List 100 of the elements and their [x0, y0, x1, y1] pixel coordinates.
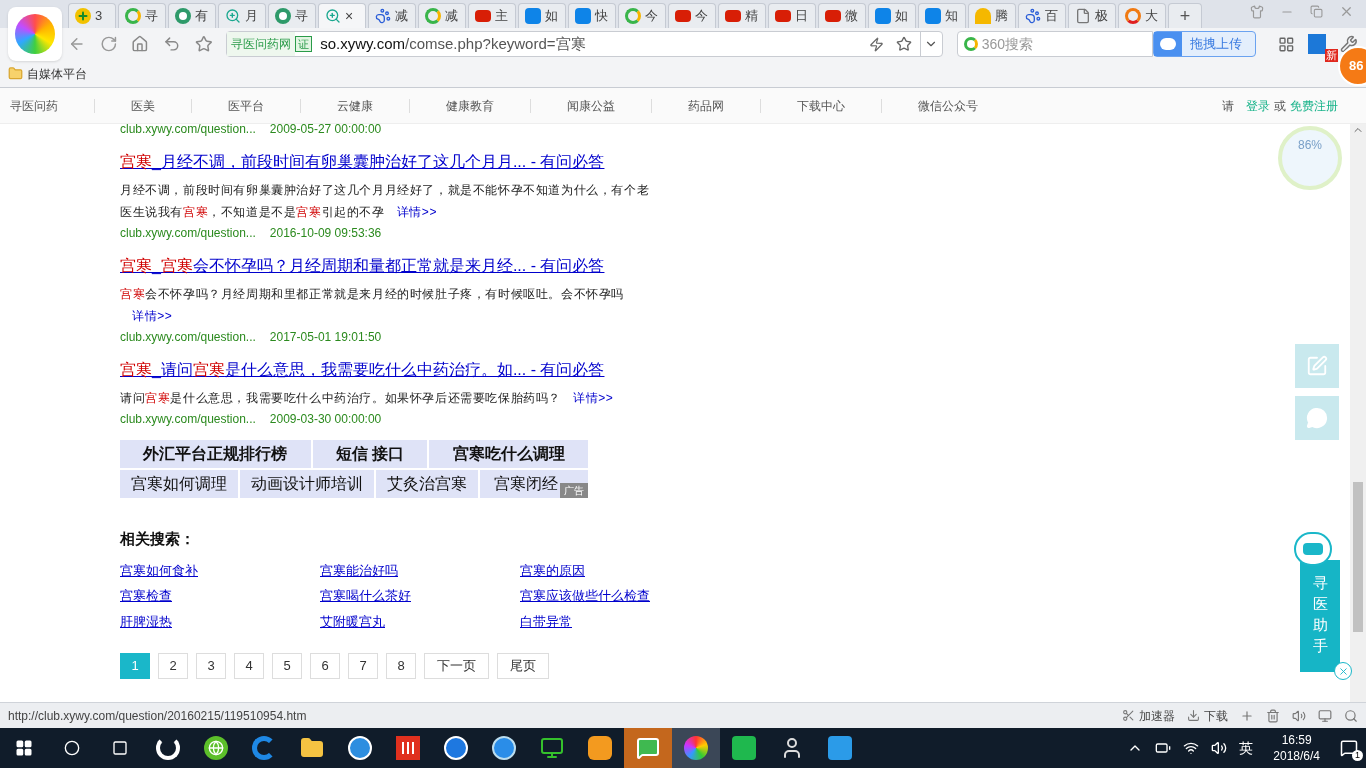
battery-icon[interactable] — [1155, 740, 1172, 756]
trash-icon[interactable] — [1266, 708, 1280, 723]
ad-link[interactable]: 外汇平台正规排行榜 — [120, 440, 311, 468]
new-tab-button[interactable]: + — [1168, 3, 1202, 28]
browser-tab[interactable]: 快 — [568, 3, 616, 28]
settings-icon[interactable] — [1340, 35, 1358, 53]
pinwheel-icon — [684, 736, 708, 760]
ad-link[interactable]: 短信 接口 — [312, 440, 428, 468]
refresh-icon[interactable] — [99, 35, 118, 53]
site-nav-link[interactable]: 微信公众号 — [918, 96, 978, 115]
browser-tab[interactable]: 如 — [868, 3, 916, 28]
screen-icon[interactable] — [1318, 708, 1332, 723]
home-icon[interactable] — [131, 35, 149, 53]
browser-logo[interactable] — [8, 7, 62, 61]
search-icon[interactable] — [64, 740, 80, 756]
ad-link[interactable]: 艾灸治宫寒 — [376, 470, 478, 498]
related-link[interactable]: 宫寒如何食补 — [120, 560, 198, 580]
site-nav-link[interactable]: 闻康公益 — [567, 96, 615, 115]
site-nav-link[interactable]: 药品网 — [688, 96, 724, 115]
details-link[interactable]: 详情>> — [396, 205, 438, 219]
browser-tab[interactable]: 主 — [468, 3, 516, 28]
site-nav-link[interactable]: 寻医问药 — [10, 96, 58, 115]
lightning-icon[interactable] — [868, 36, 884, 52]
browser-tab[interactable]: 极 — [1068, 3, 1116, 28]
download-button[interactable]: 下载 — [1204, 706, 1228, 725]
scrollbar[interactable] — [1350, 124, 1366, 702]
folder-icon — [300, 736, 324, 760]
browser-tab[interactable]: 如 — [518, 3, 566, 28]
browser-tab[interactable]: 知 — [918, 3, 966, 28]
paw-icon — [1025, 8, 1041, 24]
browser-tab[interactable]: 大 — [1118, 3, 1166, 28]
square-logo-icon — [875, 8, 891, 24]
accelerator-button[interactable]: 加速器 — [1139, 706, 1175, 725]
browser-tab[interactable]: 今 — [618, 3, 666, 28]
clock[interactable]: 16:59 2018/6/4 — [1273, 732, 1320, 764]
page-button[interactable]: 3 — [196, 653, 226, 679]
browser-tab[interactable]: 寻 — [268, 3, 316, 28]
browser-tab[interactable]: 3 — [68, 3, 116, 28]
result-date: 2009-05-27 00:00:00 — [269, 124, 382, 138]
close-tab-button[interactable]: × — [345, 5, 354, 27]
ad-link[interactable]: 宫寒闭经 — [494, 472, 558, 496]
related-link[interactable]: 白带异常 — [520, 611, 572, 631]
ad-tile[interactable]: 宫寒闭经 广告 — [480, 470, 588, 498]
page-button[interactable]: 2 — [158, 653, 188, 679]
page-button[interactable]: 5 — [272, 653, 302, 679]
page-button[interactable]: 4 — [234, 653, 264, 679]
browser-tab[interactable]: 今 — [668, 3, 716, 28]
browser-tab[interactable]: 百 — [1018, 3, 1066, 28]
zoom-icon[interactable] — [1344, 708, 1358, 723]
related-link[interactable]: 肝脾湿热 — [120, 611, 172, 631]
site-nav-link[interactable]: 健康教育 — [446, 96, 494, 115]
task-view-icon[interactable] — [112, 740, 128, 756]
p-app-icon[interactable] — [1308, 34, 1327, 54]
related-link[interactable]: 艾附暖宫丸 — [320, 611, 385, 631]
related-link[interactable]: 宫寒的原因 — [520, 560, 585, 580]
volume-icon[interactable] — [1211, 740, 1228, 756]
scroll-thumb[interactable] — [1353, 482, 1363, 632]
network-icon[interactable] — [1183, 740, 1200, 756]
bookmark-item[interactable]: 自媒体平台 — [27, 64, 87, 83]
input-method[interactable]: 英 — [1239, 737, 1254, 759]
globe-icon — [204, 736, 228, 760]
address-bar[interactable]: 寻医问药网 证 so.xywy.com/comse.php?keyword=宫寒 — [226, 31, 943, 57]
related-link[interactable]: 宫寒能治好吗 — [320, 560, 398, 580]
browser-tab[interactable]: 腾 — [968, 3, 1016, 28]
site-nav-link[interactable]: 下载中心 — [797, 96, 845, 115]
undo-icon[interactable] — [162, 35, 181, 53]
browser-tab[interactable]: 有 — [168, 3, 216, 28]
related-link[interactable]: 宫寒应该做些什么检查 — [520, 586, 650, 606]
result-url: club.xywy.com/question... — [120, 411, 256, 428]
page-button[interactable]: 8 — [386, 653, 416, 679]
ad-link[interactable]: 宫寒吃什么调理 — [429, 440, 588, 468]
page-button[interactable]: 下一页 — [424, 653, 489, 679]
or-text: 或 — [1274, 97, 1286, 115]
related-link[interactable]: 宫寒检查 — [120, 586, 172, 606]
favorite-icon[interactable] — [194, 35, 213, 53]
bookmark-star-icon[interactable] — [895, 36, 912, 52]
page-button[interactable]: 6 — [310, 653, 340, 679]
details-link[interactable]: 详情>> — [573, 391, 614, 405]
upload-button[interactable]: 拖拽上传 — [1152, 31, 1256, 57]
browser-tab[interactable]: 寻 — [118, 3, 166, 28]
notification-icon[interactable] — [1340, 739, 1358, 757]
browser-tab[interactable]: 减 — [418, 3, 466, 28]
apps-icon[interactable] — [1277, 35, 1295, 53]
windows-start-icon[interactable] — [15, 739, 33, 757]
ad-link[interactable]: 宫寒如何调理 — [120, 470, 238, 498]
browser-tab[interactable]: 月 — [218, 3, 266, 28]
related-link[interactable]: 宫寒喝什么茶好 — [320, 586, 411, 606]
browser-tab[interactable]: 减 — [368, 3, 416, 28]
browser-tab[interactable]: 微 — [818, 3, 866, 28]
site-nav-link[interactable]: 云健康 — [337, 96, 373, 115]
zoom-icon — [325, 8, 341, 24]
site-nav-link[interactable]: 医平台 — [228, 96, 264, 115]
site-nav-link[interactable]: 医美 — [131, 96, 155, 115]
page-button[interactable]: 尾页 — [497, 653, 549, 679]
details-link[interactable]: 详情>> — [132, 309, 173, 323]
browser-tab[interactable]: × — [318, 3, 366, 28]
page-button[interactable]: 7 — [348, 653, 378, 679]
ad-link[interactable]: 动画设计师培训 — [240, 470, 374, 498]
browser-tab[interactable]: 精 — [718, 3, 766, 28]
browser-tab[interactable]: 日 — [768, 3, 816, 28]
